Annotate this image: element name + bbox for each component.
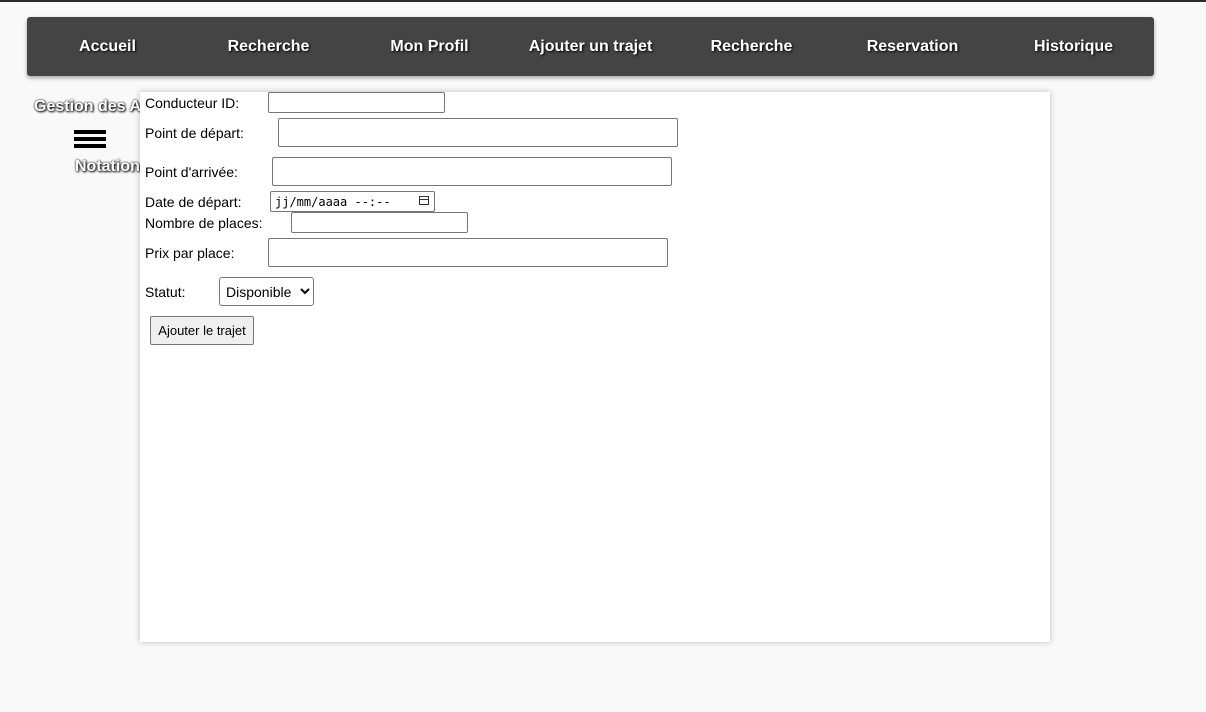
calendar-icon[interactable] (419, 196, 429, 205)
conducteur-id-label: Conducteur ID: (145, 95, 240, 111)
point-arrivee-label: Point d'arrivée: (145, 164, 238, 180)
ajouter-trajet-button[interactable]: Ajouter le trajet (150, 316, 254, 345)
point-depart-input[interactable] (278, 118, 678, 147)
statut-label: Statut: (145, 284, 186, 300)
nav-link-recherche[interactable]: Recherche (188, 38, 349, 56)
nav-link-reservation[interactable]: Reservation (832, 38, 993, 56)
statut-select[interactable]: Disponible (219, 277, 314, 306)
date-depart-input[interactable]: jj/mm/aaaa --:-- (270, 191, 435, 212)
nombre-places-label: Nombre de places: (145, 215, 263, 231)
nav-link-mon-profil[interactable]: Mon Profil (349, 38, 510, 56)
add-trip-form-panel: Conducteur ID: Point de départ: Point d'… (140, 92, 1050, 642)
date-placeholder: jj/mm/aaaa --:-- (275, 194, 391, 209)
hamburger-menu-icon[interactable] (74, 130, 106, 148)
conducteur-id-input[interactable] (268, 92, 445, 113)
sidebar-title-notation: Notation (75, 158, 140, 175)
main-navbar: Accueil Recherche Mon Profil Ajouter un … (27, 17, 1154, 76)
nav-link-recherche-2[interactable]: Recherche (671, 38, 832, 56)
prix-place-input[interactable] (268, 238, 668, 267)
point-depart-label: Point de départ: (145, 125, 244, 141)
nav-link-accueil[interactable]: Accueil (27, 38, 188, 56)
point-arrivee-input[interactable] (272, 157, 672, 186)
date-depart-label: Date de départ: (145, 194, 242, 210)
nombre-places-input[interactable] (291, 212, 468, 233)
prix-place-label: Prix par place: (145, 245, 235, 261)
top-border-line (0, 0, 1206, 2)
nav-link-ajouter-trajet[interactable]: Ajouter un trajet (510, 38, 671, 56)
nav-link-historique[interactable]: Historique (993, 38, 1154, 56)
